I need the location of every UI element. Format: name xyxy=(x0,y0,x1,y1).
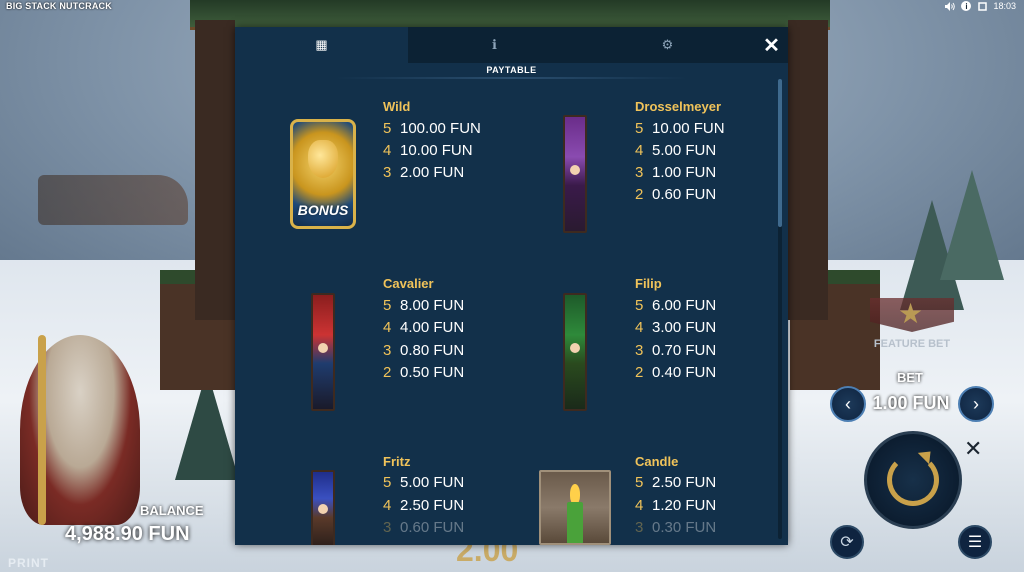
candle-symbol-image xyxy=(539,470,611,545)
speaker-icon[interactable] xyxy=(945,1,956,11)
pay-row: 4 2.50 FUN xyxy=(383,497,465,514)
info-icon[interactable]: i xyxy=(961,1,972,11)
pay-row: 5 100.00 FUN xyxy=(383,120,481,137)
symbol-name: Filip xyxy=(635,276,662,291)
bet-decrease-button[interactable]: ‹ xyxy=(830,386,866,422)
paytable-icon: ▦ xyxy=(315,37,328,52)
title-divider xyxy=(335,77,688,79)
cavalier-symbol-image xyxy=(311,293,335,411)
flame-icon xyxy=(570,484,580,504)
drosselmeyer-symbol-image xyxy=(563,115,587,233)
close-icon: ✕ xyxy=(763,34,780,57)
bet-label: BET xyxy=(897,370,923,385)
feature-bet-button[interactable]: ★ FEATURE BET xyxy=(870,298,954,350)
chevron-right-icon: › xyxy=(973,393,979,414)
scrollbar-thumb[interactable] xyxy=(778,79,782,227)
pay-row: 2 0.40 FUN xyxy=(635,364,717,381)
bet-value: 1.00 FUN xyxy=(872,393,950,413)
bet-increase-button[interactable]: › xyxy=(958,386,994,422)
fritz-symbol-image xyxy=(311,470,335,545)
background-tree xyxy=(940,170,1004,280)
pay-row: 2 0.60 FUN xyxy=(635,186,717,203)
pay-row: 4 1.20 FUN xyxy=(635,497,717,514)
turbo-icon[interactable]: ✕ xyxy=(964,436,982,462)
pay-row: 5 5.00 FUN xyxy=(383,474,465,491)
menu-button[interactable]: ☰ xyxy=(958,525,992,559)
reel-frame-right xyxy=(788,20,828,320)
pay-row: 4 4.00 FUN xyxy=(383,319,465,336)
santa-staff xyxy=(38,335,46,525)
pay-row: 5 2.50 FUN xyxy=(635,474,717,491)
pay-row: 3 0.70 FUN xyxy=(635,342,717,359)
print-label: PRINT xyxy=(8,556,49,570)
tab-paytable[interactable]: ▦ xyxy=(235,27,408,63)
modal-tabbar: ▦ ℹ ⚙ xyxy=(235,27,788,63)
candle-icon xyxy=(567,502,583,543)
paytable-modal: ▦ ℹ ⚙ ✕ PAYTABLE BONUS Wild 5 100.00 FUN … xyxy=(235,27,788,545)
menu-icon: ☰ xyxy=(967,534,983,551)
symbol-name: Cavalier xyxy=(383,276,434,291)
wild-symbol-image: BONUS xyxy=(290,119,356,229)
reel-frame-left xyxy=(195,20,235,320)
background-sleigh xyxy=(38,175,188,225)
feature-bet-label: FEATURE BET xyxy=(873,338,951,350)
filip-symbol-image xyxy=(563,293,587,411)
gear-icon: ⚙ xyxy=(661,37,674,52)
symbol-name: Wild xyxy=(383,99,411,114)
pay-row: 5 8.00 FUN xyxy=(383,297,465,314)
tab-settings[interactable]: ⚙ xyxy=(581,27,754,63)
pay-row: 3 0.30 FUN xyxy=(635,519,717,536)
bonus-text: BONUS xyxy=(297,202,349,218)
symbol-name: Drosselmeyer xyxy=(635,99,721,114)
game-title: BIG STACK NUTCRACK xyxy=(6,1,112,11)
pay-row: 3 2.00 FUN xyxy=(383,164,465,181)
pay-row: 4 5.00 FUN xyxy=(635,142,717,159)
autoplay-icon: ⟳ xyxy=(840,534,854,551)
fullscreen-icon[interactable] xyxy=(977,1,987,11)
acorn-icon xyxy=(308,140,338,178)
autoplay-button[interactable]: ⟳ xyxy=(830,525,864,559)
pay-row: 4 3.00 FUN xyxy=(635,319,717,336)
star-icon: ★ xyxy=(898,298,924,329)
pay-row: 4 10.00 FUN xyxy=(383,142,473,159)
info-icon: ℹ xyxy=(492,37,497,52)
pay-row: 2 0.50 FUN xyxy=(383,364,465,381)
balance-label: BALANCE xyxy=(140,503,204,518)
pay-row: 3 0.80 FUN xyxy=(383,342,465,359)
symbol-name: Candle xyxy=(635,454,679,469)
reel-frame-top xyxy=(190,0,830,30)
pay-row: 3 1.00 FUN xyxy=(635,164,717,181)
pay-row: 3 0.60 FUN xyxy=(383,519,465,536)
close-button[interactable]: ✕ xyxy=(755,27,788,63)
tab-info[interactable]: ℹ xyxy=(408,27,581,63)
chevron-left-icon: ‹ xyxy=(845,393,851,414)
spin-button[interactable] xyxy=(864,431,962,529)
pay-row: 5 6.00 FUN xyxy=(635,297,717,314)
pay-row: 5 10.00 FUN xyxy=(635,120,725,137)
paytable-title: PAYTABLE xyxy=(486,65,537,75)
status-bar: i 18:03 xyxy=(945,0,1016,12)
symbol-name: Fritz xyxy=(383,454,411,469)
balance-value: 4,988.90 FUN xyxy=(65,523,190,545)
clock-time: 18:03 xyxy=(993,1,1016,11)
